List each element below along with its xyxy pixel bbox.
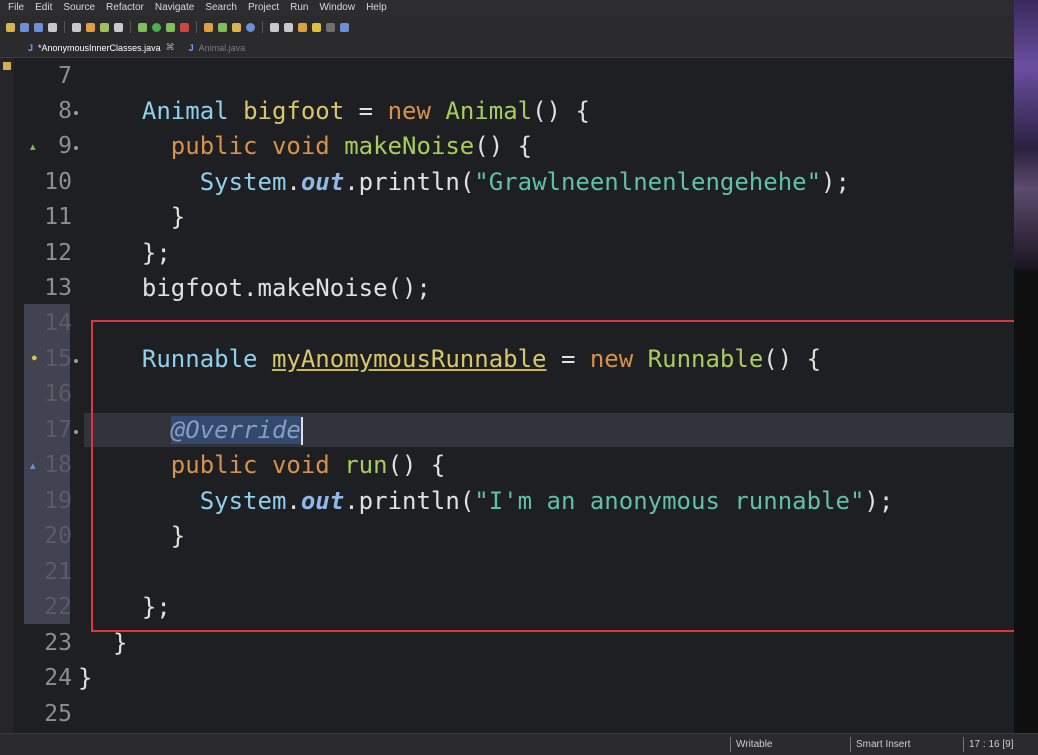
line-number: 25 <box>44 701 72 727</box>
toolbar <box>0 16 1014 38</box>
line-number: 11 <box>44 204 72 230</box>
quick-access-icon[interactable] <box>3 62 11 70</box>
tab-label: Animal.java <box>198 42 246 53</box>
highlight-annotation-box <box>91 320 1025 632</box>
webcam-overlay <box>1014 0 1038 270</box>
open-type-icon[interactable] <box>232 22 241 32</box>
fold-toggle[interactable] <box>74 430 78 434</box>
menu-bar: File Edit Source Refactor Navigate Searc… <box>0 0 1014 16</box>
toggle-mark-icon[interactable] <box>72 22 81 32</box>
status-insert-mode[interactable]: Smart Insert <box>850 737 910 752</box>
menu-run[interactable]: Run <box>286 0 315 16</box>
menu-project[interactable]: Project <box>244 0 286 16</box>
annotation-icon[interactable] <box>270 22 279 32</box>
line-number: 18 <box>44 452 72 478</box>
tab-animal[interactable]: J Animal.java <box>189 43 246 53</box>
tab-anonymous-inner-classes[interactable]: J *AnonymousInnerClasses.java ⌘ <box>28 42 175 53</box>
format-icon[interactable] <box>100 22 109 32</box>
left-trim <box>0 58 14 733</box>
line-number: 9 <box>58 133 72 159</box>
status-writable: Writable <box>730 737 773 752</box>
toolbar-separator <box>196 21 197 33</box>
status-cursor-position: 17 : 16 [9] <box>963 737 1013 752</box>
menu-navigate[interactable]: Navigate <box>151 0 201 16</box>
search-icon[interactable] <box>246 22 255 32</box>
class-token: System <box>199 168 287 196</box>
line-number: 23 <box>44 630 72 656</box>
fold-toggle[interactable] <box>74 111 78 115</box>
toolbar-separator <box>64 21 65 33</box>
menu-edit[interactable]: Edit <box>31 0 59 16</box>
keyword-token: public <box>170 132 258 160</box>
string-literal: "Grawlneenlnenlengehehe" <box>474 168 822 196</box>
editor-tab-bar: J *AnonymousInnerClasses.java ⌘ J Animal… <box>0 38 1014 58</box>
pen-icon[interactable] <box>86 22 95 32</box>
save-icon[interactable] <box>20 22 29 32</box>
code-line-12: }; <box>113 239 171 267</box>
line-number: 24 <box>44 665 72 691</box>
edit-icon[interactable] <box>284 22 293 32</box>
keyword-token: new <box>387 97 431 125</box>
close-icon[interactable]: ⌘ <box>166 42 175 53</box>
back-icon[interactable] <box>312 22 321 32</box>
implements-marker-icon[interactable]: ▴ <box>30 459 36 472</box>
print-icon[interactable] <box>48 22 57 32</box>
fold-toggle[interactable] <box>74 146 78 150</box>
run-icon[interactable] <box>152 22 161 32</box>
debug-icon[interactable] <box>138 22 147 32</box>
class-token: Animal <box>445 97 533 125</box>
external-tools-icon[interactable] <box>180 22 189 32</box>
line-number: 19 <box>44 488 72 514</box>
menu-refactor[interactable]: Refactor <box>102 0 151 16</box>
save-all-icon[interactable] <box>34 22 43 32</box>
toolbar-separator <box>262 21 263 33</box>
java-file-icon: J <box>28 42 34 53</box>
java-file-icon: J <box>188 42 194 53</box>
code-line-10: System.out.println("Grawlneenlnenlengehe… <box>199 168 850 196</box>
line-number: 16 <box>44 381 72 407</box>
menu-file[interactable]: File <box>4 0 31 16</box>
line-number: 12 <box>44 240 72 266</box>
override-marker-icon[interactable]: ▴ <box>30 140 36 153</box>
line-number: 15 <box>44 346 72 372</box>
static-field-token: out <box>300 168 345 196</box>
pilcrow-icon[interactable] <box>114 22 123 32</box>
pin-icon[interactable] <box>340 22 349 32</box>
line-number: 7 <box>58 63 72 89</box>
line-number: 10 <box>44 169 72 195</box>
menu-search[interactable]: Search <box>201 0 244 16</box>
line-number: 13 <box>44 275 72 301</box>
toolbar-separator <box>130 21 131 33</box>
right-edge <box>1014 270 1038 755</box>
type-token: Animal <box>141 97 229 125</box>
line-number: 21 <box>44 559 72 585</box>
new-file-icon[interactable] <box>6 22 15 32</box>
line-number: 14 <box>44 310 72 336</box>
menu-source[interactable]: Source <box>59 0 102 16</box>
quick-fix-icon[interactable]: ● <box>31 352 38 364</box>
menu-window[interactable]: Window <box>315 0 362 16</box>
code-line-8: Animal bigfoot = new Animal() { <box>141 97 590 125</box>
code-line-9: public void makeNoise() { <box>170 132 533 160</box>
tab-label: *AnonymousInnerClasses.java <box>38 42 161 53</box>
code-line-13: bigfoot.makeNoise(); <box>113 274 431 302</box>
next-annotation-icon[interactable] <box>298 22 307 32</box>
fold-toggle[interactable] <box>74 359 78 363</box>
forward-icon[interactable] <box>326 22 335 32</box>
line-number: 22 <box>44 594 72 620</box>
variable-token: bigfoot <box>243 97 345 125</box>
status-bar: Writable Smart Insert 17 : 16 [9] <box>0 733 1038 755</box>
line-number: 8 <box>58 98 72 124</box>
code-line-11: } <box>113 203 186 231</box>
method-token: makeNoise <box>344 132 475 160</box>
menu-help[interactable]: Help <box>362 0 394 16</box>
new-class-icon[interactable] <box>218 22 227 32</box>
code-line-24: } <box>78 664 93 692</box>
line-number: 17 <box>44 417 72 443</box>
line-number: 20 <box>44 523 72 549</box>
keyword-token: void <box>271 132 330 160</box>
new-java-project-icon[interactable] <box>204 22 213 32</box>
coverage-icon[interactable] <box>166 22 175 32</box>
